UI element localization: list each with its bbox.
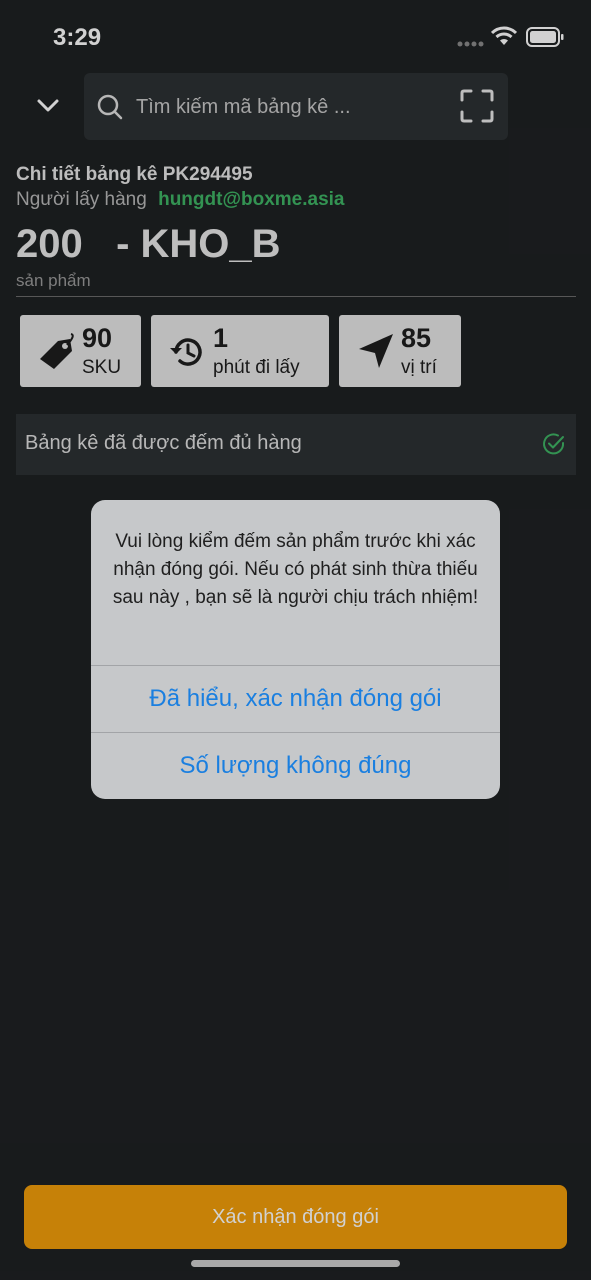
alert-wrong-quantity-button[interactable]: Số lượng không đúng xyxy=(91,733,500,799)
alert-message: Vui lòng kiểm đếm sản phẩm trước khi xác… xyxy=(112,531,479,608)
confirm-alert-dialog: Vui lòng kiểm đếm sản phẩm trước khi xác… xyxy=(91,500,500,799)
alert-confirm-button[interactable]: Đã hiểu, xác nhận đóng gói xyxy=(91,666,500,732)
